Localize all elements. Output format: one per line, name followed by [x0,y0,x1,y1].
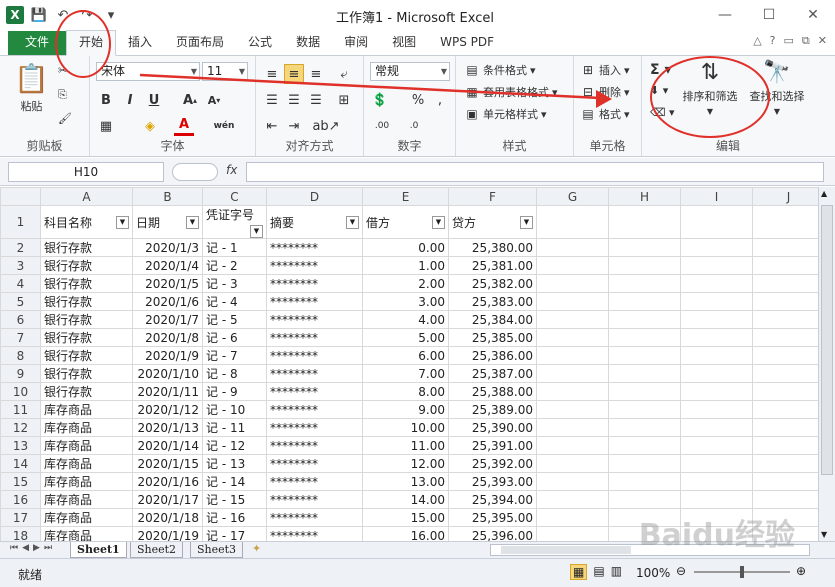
baidu-watermark: Baidu经验 [638,518,795,553]
annotation-arrow [139,73,612,108]
